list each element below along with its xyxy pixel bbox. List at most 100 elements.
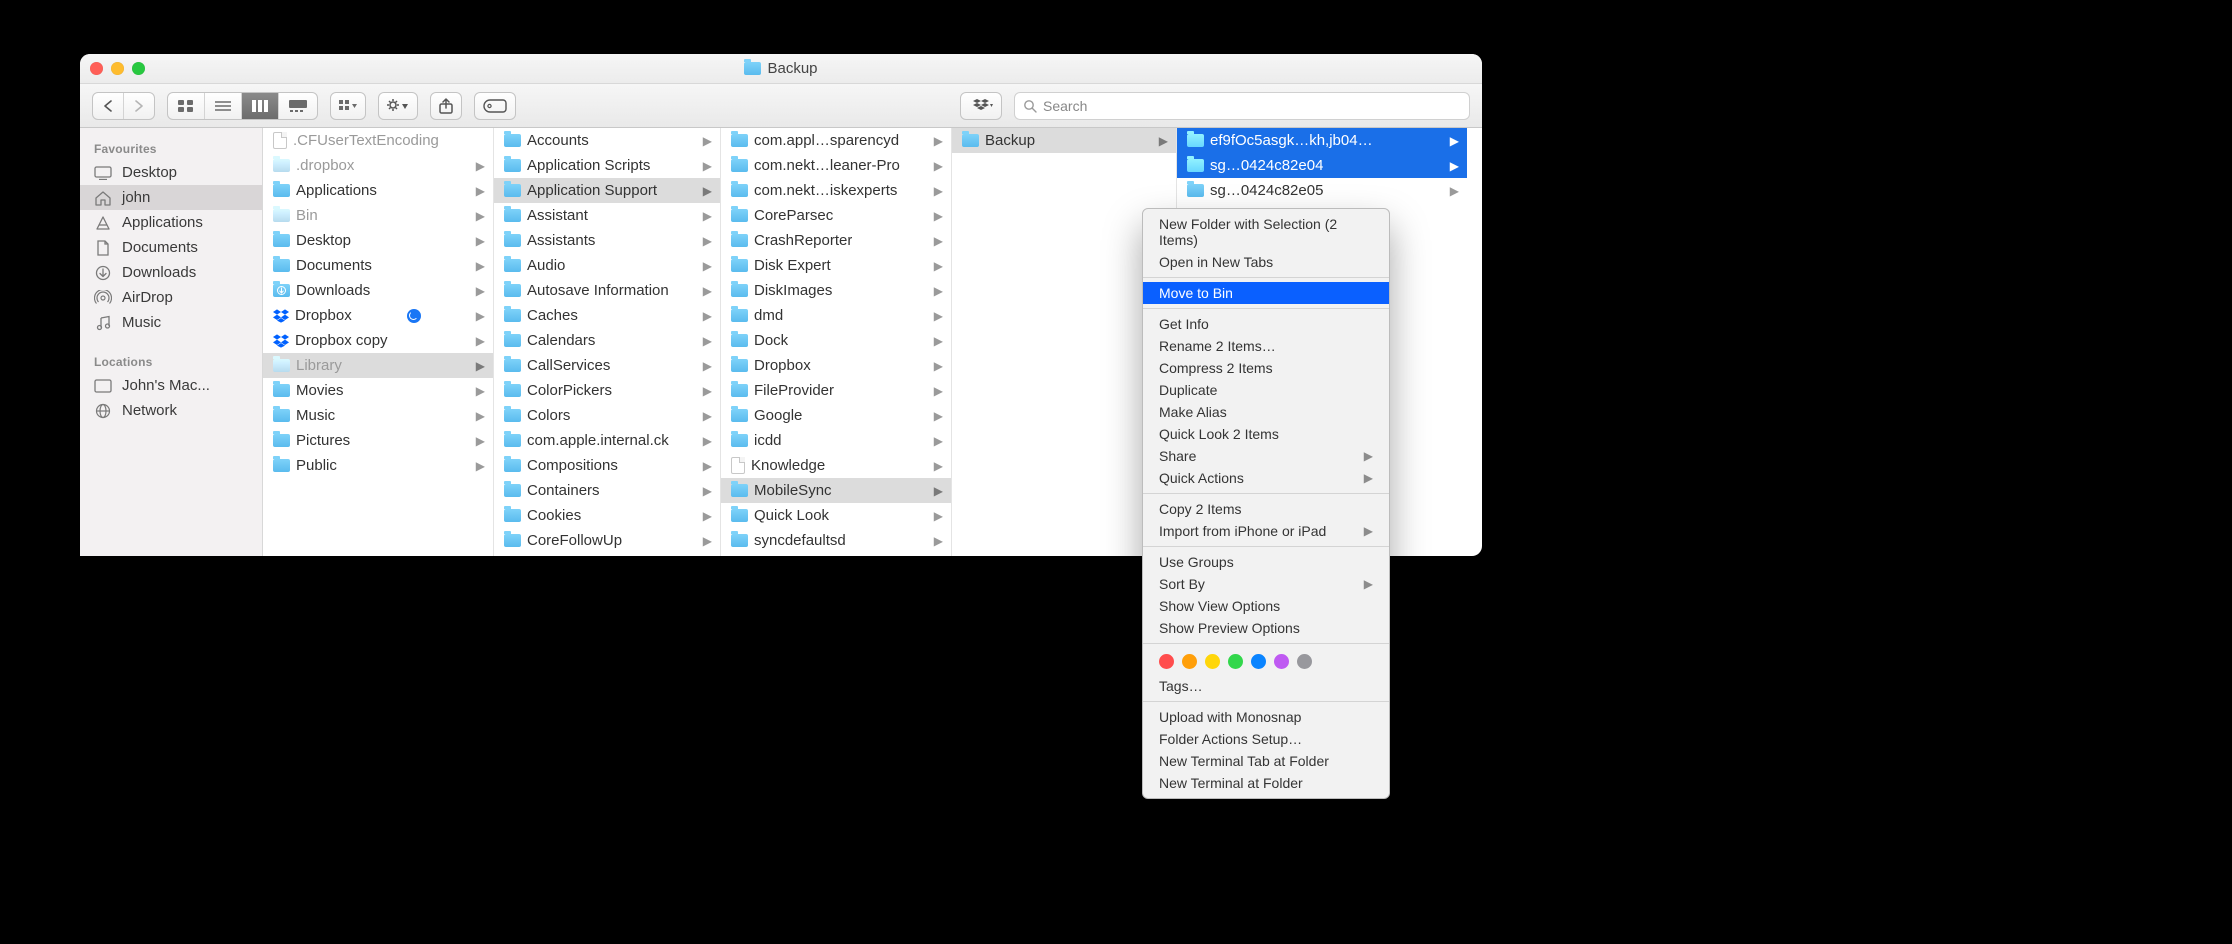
list-item[interactable]: Dock▶ [721, 328, 951, 353]
list-item[interactable]: Pictures▶ [263, 428, 493, 453]
action-menu-button[interactable] [378, 92, 418, 120]
menu-item-share[interactable]: Share▶ [1143, 445, 1389, 467]
list-item[interactable]: Audio▶ [494, 253, 720, 278]
search-field[interactable]: Search [1014, 92, 1470, 120]
sidebar-item-downloads[interactable]: Downloads [80, 260, 262, 285]
column-view-button[interactable] [242, 93, 279, 119]
list-item[interactable]: Disk Expert▶ [721, 253, 951, 278]
list-item[interactable]: DiskImages▶ [721, 278, 951, 303]
list-item[interactable]: dmd▶ [721, 303, 951, 328]
list-item[interactable]: Dropbox▶ [721, 353, 951, 378]
list-item[interactable]: syncdefaultsd▶ [721, 528, 951, 553]
list-item[interactable]: Autosave Information▶ [494, 278, 720, 303]
list-item[interactable]: Documents▶ [263, 253, 493, 278]
sidebar-item-john[interactable]: john [80, 185, 262, 210]
list-item[interactable]: Dropbox copy▶ [263, 328, 493, 353]
list-item[interactable]: CrashReporter▶ [721, 228, 951, 253]
list-item[interactable]: sg…0424c82e05▶ [1177, 178, 1467, 203]
menu-item-show-preview-options[interactable]: Show Preview Options [1143, 617, 1389, 639]
list-item[interactable]: sg…0424c82e04▶ [1177, 153, 1467, 178]
list-item[interactable]: Backup▶ [952, 128, 1176, 153]
list-item[interactable]: Desktop▶ [263, 228, 493, 253]
list-item[interactable]: Library▶ [263, 353, 493, 378]
list-item[interactable]: Downloads▶ [263, 278, 493, 303]
list-item[interactable]: Movies▶ [263, 378, 493, 403]
menu-item-sort-by[interactable]: Sort By▶ [1143, 573, 1389, 595]
list-item[interactable]: Containers▶ [494, 478, 720, 503]
list-item[interactable]: .CFUserTextEncoding [263, 128, 493, 153]
sidebar-item-desktop[interactable]: Desktop [80, 160, 262, 185]
menu-item-make-alias[interactable]: Make Alias [1143, 401, 1389, 423]
minimize-window-button[interactable] [111, 62, 124, 75]
tag-color-dot[interactable] [1205, 654, 1220, 669]
sidebar-item-music[interactable]: Music [80, 310, 262, 335]
menu-item-new-folder-with-selection-2-items[interactable]: New Folder with Selection (2 Items) [1143, 213, 1389, 251]
sidebar-item-applications[interactable]: Applications [80, 210, 262, 235]
list-item[interactable]: Assistants▶ [494, 228, 720, 253]
list-item[interactable]: Application Scripts▶ [494, 153, 720, 178]
tags-button[interactable] [474, 92, 516, 120]
menu-item-compress-2-items[interactable]: Compress 2 Items [1143, 357, 1389, 379]
menu-item-new-terminal-at-folder[interactable]: New Terminal at Folder [1143, 772, 1389, 794]
menu-item-duplicate[interactable]: Duplicate [1143, 379, 1389, 401]
tag-color-dot[interactable] [1251, 654, 1266, 669]
list-item[interactable]: com.appl…sparencyd▶ [721, 128, 951, 153]
list-item[interactable]: Colors▶ [494, 403, 720, 428]
forward-button[interactable] [124, 93, 154, 119]
sidebar-item-network[interactable]: Network [80, 398, 262, 423]
share-button[interactable] [430, 92, 462, 120]
tag-color-dot[interactable] [1182, 654, 1197, 669]
list-item[interactable]: com.apple.internal.ck▶ [494, 428, 720, 453]
sidebar-item-airdrop[interactable]: AirDrop [80, 285, 262, 310]
list-item[interactable]: Dropbox▶ [263, 303, 493, 328]
sidebar-item-documents[interactable]: Documents [80, 235, 262, 260]
list-item[interactable]: com.nekt…iskexperts▶ [721, 178, 951, 203]
menu-item-get-info[interactable]: Get Info [1143, 313, 1389, 335]
list-item[interactable]: Caches▶ [494, 303, 720, 328]
menu-item-upload-with-monosnap[interactable]: Upload with Monosnap [1143, 706, 1389, 728]
menu-item-open-in-new-tabs[interactable]: Open in New Tabs [1143, 251, 1389, 273]
menu-item-copy-2-items[interactable]: Copy 2 Items [1143, 498, 1389, 520]
back-button[interactable] [93, 93, 124, 119]
list-item[interactable]: Music▶ [263, 403, 493, 428]
menu-item-move-to-bin[interactable]: Move to Bin [1143, 282, 1389, 304]
icon-view-button[interactable] [168, 93, 205, 119]
tag-color-dot[interactable] [1297, 654, 1312, 669]
list-item[interactable]: Accounts▶ [494, 128, 720, 153]
list-item[interactable]: CoreParsec▶ [721, 203, 951, 228]
list-item[interactable]: Compositions▶ [494, 453, 720, 478]
menu-item-use-groups[interactable]: Use Groups [1143, 551, 1389, 573]
gallery-view-button[interactable] [279, 93, 317, 119]
close-window-button[interactable] [90, 62, 103, 75]
menu-item-import-from-iphone-or-ipad[interactable]: Import from iPhone or iPad▶ [1143, 520, 1389, 542]
list-item[interactable]: MobileSync▶ [721, 478, 951, 503]
list-item[interactable]: Application Support▶ [494, 178, 720, 203]
group-by-button[interactable] [330, 92, 366, 120]
menu-item-new-terminal-tab-at-folder[interactable]: New Terminal Tab at Folder [1143, 750, 1389, 772]
list-item[interactable]: Applications▶ [263, 178, 493, 203]
list-item[interactable]: com.nekt…leaner-Pro▶ [721, 153, 951, 178]
list-item[interactable]: Cookies▶ [494, 503, 720, 528]
dropbox-toolbar-button[interactable] [960, 92, 1002, 120]
list-item[interactable]: Assistant▶ [494, 203, 720, 228]
list-item[interactable]: Calendars▶ [494, 328, 720, 353]
list-item[interactable]: FileProvider▶ [721, 378, 951, 403]
sidebar-item-john-s-mac-[interactable]: John's Mac... [80, 373, 262, 398]
list-item[interactable]: CallServices▶ [494, 353, 720, 378]
tag-color-dot[interactable] [1159, 654, 1174, 669]
tag-color-dot[interactable] [1274, 654, 1289, 669]
menu-item-folder-actions-setup[interactable]: Folder Actions Setup… [1143, 728, 1389, 750]
list-item[interactable]: Public▶ [263, 453, 493, 478]
tag-color-dot[interactable] [1228, 654, 1243, 669]
list-view-button[interactable] [205, 93, 242, 119]
list-item[interactable]: CoreFollowUp▶ [494, 528, 720, 553]
menu-item-quick-actions[interactable]: Quick Actions▶ [1143, 467, 1389, 489]
zoom-window-button[interactable] [132, 62, 145, 75]
list-item[interactable]: ColorPickers▶ [494, 378, 720, 403]
list-item[interactable]: Quick Look▶ [721, 503, 951, 528]
list-item[interactable]: .dropbox▶ [263, 153, 493, 178]
menu-item-rename-2-items[interactable]: Rename 2 Items… [1143, 335, 1389, 357]
list-item[interactable]: Google▶ [721, 403, 951, 428]
list-item[interactable]: icdd▶ [721, 428, 951, 453]
list-item[interactable]: Bin▶ [263, 203, 493, 228]
